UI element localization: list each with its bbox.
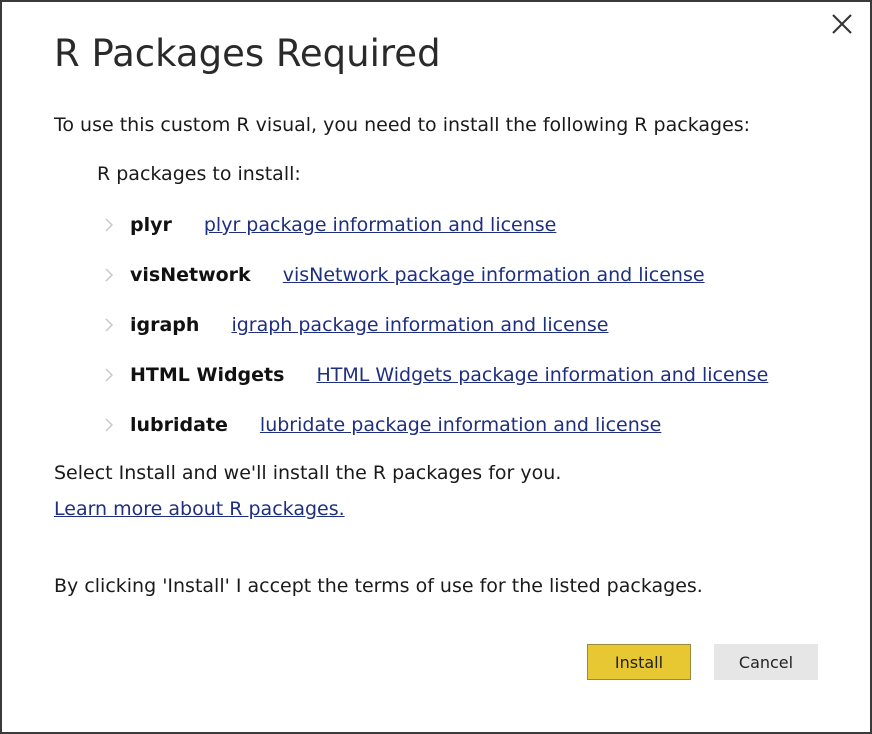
chevron-right-icon[interactable] [102,366,116,384]
package-name: HTML Widgets [130,364,285,386]
chevron-right-icon[interactable] [102,266,116,284]
terms-text: By clicking 'Install' I accept the terms… [54,575,703,597]
package-row-igraph: igraph igraph package information and li… [102,310,608,340]
package-row-plyr: plyr plyr package information and licens… [102,210,556,240]
package-row-html-widgets: HTML Widgets HTML Widgets package inform… [102,360,768,390]
package-info-link[interactable]: lubridate package information and licens… [260,414,661,436]
cancel-button[interactable]: Cancel [714,644,818,680]
package-name: igraph [130,314,200,336]
install-button[interactable]: Install [587,644,691,680]
chevron-right-icon[interactable] [102,216,116,234]
package-info-link[interactable]: plyr package information and license [204,214,557,236]
r-packages-dialog: R Packages Required To use this custom R… [0,0,872,734]
package-info-link[interactable]: visNetwork package information and licen… [283,264,705,286]
package-info-link[interactable]: HTML Widgets package information and lic… [316,364,768,386]
dialog-title: R Packages Required [54,32,441,75]
package-row-lubridate: lubridate lubridate package information … [102,410,661,440]
packages-label: R packages to install: [97,163,301,185]
package-name: visNetwork [130,264,251,286]
chevron-right-icon[interactable] [102,316,116,334]
package-info-link[interactable]: igraph package information and license [231,314,608,336]
close-button[interactable] [828,10,856,38]
select-install-text: Select Install and we'll install the R p… [54,462,562,484]
package-name: plyr [130,214,172,236]
intro-text: To use this custom R visual, you need to… [54,114,751,136]
chevron-right-icon[interactable] [102,416,116,434]
learn-more-link[interactable]: Learn more about R packages. [54,498,345,520]
package-name: lubridate [130,414,228,436]
package-row-visnetwork: visNetwork visNetwork package informatio… [102,260,705,290]
close-icon [832,14,852,34]
